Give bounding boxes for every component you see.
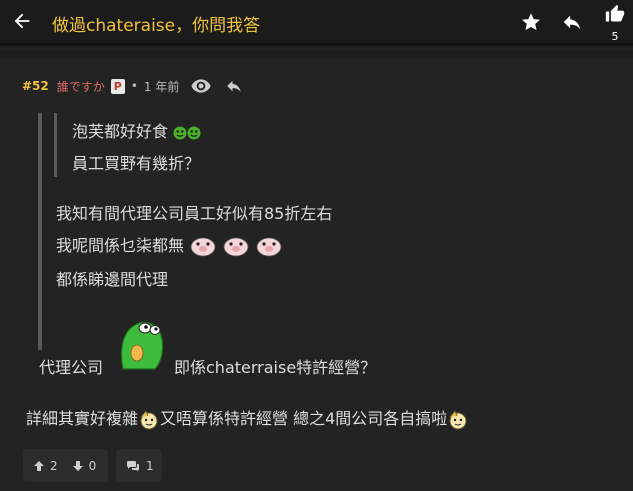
vote-box: 2 0 [23, 449, 108, 482]
green-face-icon [173, 126, 187, 139]
header-divider [0, 49, 633, 59]
pig-face-icon [223, 237, 249, 256]
green-bird-sticker-icon [120, 311, 164, 370]
post-meta: #52 誰ですか P • 1 年前 [22, 76, 257, 96]
comment-bubble-icon [127, 460, 139, 471]
quote-bar-inner [54, 113, 57, 177]
upvote-arrow-icon[interactable] [33, 460, 45, 472]
green-face-icon [187, 126, 201, 139]
author-badge: P [110, 78, 125, 94]
downvote-arrow-icon[interactable] [72, 460, 84, 472]
reply-text: 詳細其實好複雜 又唔算係特許經營 總之4間公司各自搞啦 [26, 405, 469, 431]
top-bar: 做過chateraise，你問我答 5 [0, 0, 633, 46]
reply-count-button[interactable]: 1 [116, 449, 162, 482]
quote-inner-line-2: 員工買野有幾折？ [72, 154, 201, 173]
floor-number: #52 [22, 79, 49, 93]
quote-bar-outer [38, 113, 42, 350]
post-time: 1 年前 [143, 79, 180, 94]
cartoon-face-icon [449, 409, 467, 429]
quote-outer-line-1: 我知有間代理公司員工好似有85折左右 [56, 204, 333, 223]
back-arrow-icon[interactable] [10, 10, 34, 34]
pig-face-icon [190, 237, 216, 256]
author-name[interactable]: 誰ですか [57, 78, 105, 95]
like-button[interactable]: 5 [602, 4, 628, 43]
downvote-count: 0 [88, 458, 97, 473]
reply-count: 1 [146, 458, 154, 473]
star-icon[interactable] [520, 11, 544, 35]
quote-outer-line-2: 我呢間係乜柒都無 [56, 232, 283, 258]
quote-outer-line-3: 都係睇邊間代理 [56, 270, 169, 289]
quote-outer-line-4a: 代理公司 [39, 358, 104, 377]
eye-icon[interactable] [191, 78, 211, 94]
reply-icon[interactable] [225, 77, 243, 95]
like-count: 5 [611, 30, 619, 43]
thread-title: 做過chateraise，你問我答 [52, 16, 261, 36]
reply-icon[interactable] [561, 11, 585, 35]
meta-separator: • [130, 79, 138, 93]
pig-face-icon [256, 237, 282, 256]
post: #52 誰ですか P • 1 年前 泡芙都好好食 員工買野有幾折？ 我知有間代理… [0, 59, 633, 491]
quote-outer-line-4b: 即係chaterraise特許經營？ [174, 358, 377, 377]
cartoon-face-icon [140, 409, 158, 429]
thumbs-up-icon [605, 4, 625, 22]
upvote-count: 2 [50, 458, 58, 473]
quote-inner-line-1: 泡芙都好好食 [72, 118, 201, 142]
